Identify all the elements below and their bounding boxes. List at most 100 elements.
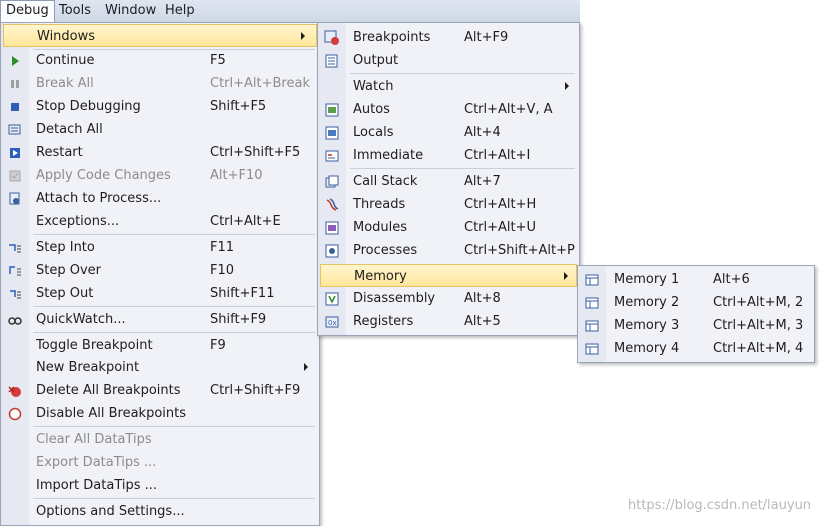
debug-export-datatips-item[interactable]: Export DataTips ... <box>1 451 319 474</box>
memory-1-item[interactable]: Memory 1 Alt+6 <box>578 268 814 291</box>
menu-item-shortcut: Shift+F9 <box>210 312 267 327</box>
menu-item-label: Locals <box>353 125 394 140</box>
memory-3-item[interactable]: Memory 3 Ctrl+Alt+M, 3 <box>578 314 814 337</box>
svg-text:0x: 0x <box>328 319 337 327</box>
menu-item-label: Break All <box>36 76 94 91</box>
menu-item-label: Call Stack <box>353 174 418 189</box>
debug-windows-item[interactable]: Windows <box>3 24 317 47</box>
apply-changes-icon <box>7 168 23 184</box>
menu-item-label: Attach to Process... <box>36 191 162 206</box>
menu-item-shortcut: Alt+7 <box>464 174 501 189</box>
windows-threads-item[interactable]: Threads Ctrl+Alt+H <box>318 193 579 216</box>
menu-item-shortcut: F5 <box>210 53 226 68</box>
debug-toggle-breakpoint-item[interactable]: Toggle Breakpoint F9 <box>1 334 319 357</box>
debug-new-breakpoint-item[interactable]: New Breakpoint <box>1 356 319 379</box>
debug-break-all-item[interactable]: Break All Ctrl+Alt+Break <box>1 72 319 95</box>
menubar-help[interactable]: Help <box>159 0 201 21</box>
menu-separator <box>33 306 315 307</box>
debug-restart-item[interactable]: Restart Ctrl+Shift+F5 <box>1 141 319 164</box>
memory-window-icon <box>584 341 600 357</box>
restart-icon <box>7 145 23 161</box>
windows-breakpoints-item[interactable]: Breakpoints Alt+F9 <box>318 26 579 49</box>
menu-item-label: Toggle Breakpoint <box>36 338 153 353</box>
breakpoints-window-icon <box>324 30 340 46</box>
detach-icon <box>7 122 23 138</box>
debug-clear-datatips-item[interactable]: Clear All DataTips <box>1 428 319 451</box>
debug-exceptions-item[interactable]: Exceptions... Ctrl+Alt+E <box>1 210 319 233</box>
menu-item-label: Memory <box>354 269 407 284</box>
menubar-window[interactable]: Window <box>99 0 162 21</box>
menu-item-label: Exceptions... <box>36 214 120 229</box>
windows-call-stack-item[interactable]: Call Stack Alt+7 <box>318 170 579 193</box>
menu-separator <box>350 168 575 169</box>
debug-disable-all-breakpoints-item[interactable]: Disable All Breakpoints <box>1 402 319 425</box>
menu-item-label: Disassembly <box>353 291 436 306</box>
menu-item-label: Windows <box>37 29 96 44</box>
windows-memory-item[interactable]: Memory <box>320 264 577 287</box>
menu-item-shortcut: Ctrl+Alt+M, 4 <box>713 341 804 356</box>
menu-separator <box>33 332 315 333</box>
menu-item-shortcut: Alt+6 <box>713 272 750 287</box>
menu-item-label: Options and Settings... <box>36 504 185 519</box>
windows-immediate-item[interactable]: Immediate Ctrl+Alt+I <box>318 144 579 167</box>
debug-attach-item[interactable]: Attach to Process... <box>1 187 319 210</box>
windows-registers-item[interactable]: 0x Registers Alt+5 <box>318 310 579 333</box>
memory-2-item[interactable]: Memory 2 Ctrl+Alt+M, 2 <box>578 291 814 314</box>
debug-menu: Windows Continue F5 Break All Ctrl+Alt+B… <box>0 22 320 526</box>
menu-item-label: Disable All Breakpoints <box>36 406 187 421</box>
debug-step-out-item[interactable]: Step Out Shift+F11 <box>1 282 319 305</box>
call-stack-icon <box>324 174 340 190</box>
windows-watch-item[interactable]: Watch <box>318 75 579 98</box>
windows-processes-item[interactable]: Processes Ctrl+Shift+Alt+P <box>318 239 579 262</box>
windows-modules-item[interactable]: Modules Ctrl+Alt+U <box>318 216 579 239</box>
menu-item-label: Immediate <box>353 148 424 163</box>
menu-item-shortcut: Alt+4 <box>464 125 501 140</box>
autos-icon <box>324 102 340 118</box>
menu-item-label: Watch <box>353 79 394 94</box>
menu-separator <box>33 234 315 235</box>
menu-item-shortcut: Ctrl+Alt+V, A <box>464 102 553 117</box>
debug-step-into-item[interactable]: Step Into F11 <box>1 236 319 259</box>
menubar-debug[interactable]: Debug <box>0 0 55 22</box>
menu-item-shortcut: F10 <box>210 263 235 278</box>
debug-quickwatch-item[interactable]: QuickWatch... Shift+F9 <box>1 308 319 331</box>
menu-item-shortcut: Alt+8 <box>464 291 501 306</box>
processes-icon <box>324 243 340 259</box>
menu-item-shortcut: Ctrl+Alt+M, 2 <box>713 295 804 310</box>
windows-locals-item[interactable]: Locals Alt+4 <box>318 121 579 144</box>
menu-item-label: Restart <box>36 145 83 160</box>
watermark-text: https://blog.csdn.net/lauyun <box>628 498 812 513</box>
debug-continue-item[interactable]: Continue F5 <box>1 49 319 72</box>
menu-item-label: Delete All Breakpoints <box>36 383 181 398</box>
debug-stop-item[interactable]: Stop Debugging Shift+F5 <box>1 95 319 118</box>
menu-item-shortcut: Ctrl+Shift+F9 <box>210 383 301 398</box>
menubar-tools[interactable]: Tools <box>53 0 97 21</box>
modules-icon <box>324 220 340 236</box>
menu-bar: Debug Tools Window Help <box>0 0 580 23</box>
menu-item-shortcut: F11 <box>210 240 235 255</box>
menu-item-shortcut: Shift+F5 <box>210 99 267 114</box>
menu-item-label: Threads <box>353 197 406 212</box>
menu-item-shortcut: Shift+F11 <box>210 286 275 301</box>
debug-delete-all-breakpoints-item[interactable]: Delete All Breakpoints Ctrl+Shift+F9 <box>1 379 319 402</box>
debug-options-item[interactable]: Options and Settings... <box>1 500 319 523</box>
output-icon <box>324 53 340 69</box>
step-out-icon <box>7 286 23 302</box>
windows-output-item[interactable]: Output <box>318 49 579 72</box>
immediate-icon <box>324 148 340 164</box>
memory-window-icon <box>584 318 600 334</box>
windows-disassembly-item[interactable]: Disassembly Alt+8 <box>318 287 579 310</box>
menu-item-label: Export DataTips ... <box>36 455 157 470</box>
memory-4-item[interactable]: Memory 4 Ctrl+Alt+M, 4 <box>578 337 814 360</box>
debug-apply-code-changes-item[interactable]: Apply Code Changes Alt+F10 <box>1 164 319 187</box>
debug-step-over-item[interactable]: Step Over F10 <box>1 259 319 282</box>
debug-detach-item[interactable]: Detach All <box>1 118 319 141</box>
debug-import-datatips-item[interactable]: Import DataTips ... <box>1 474 319 497</box>
menu-item-label: Registers <box>353 314 414 329</box>
windows-autos-item[interactable]: Autos Ctrl+Alt+V, A <box>318 98 579 121</box>
menu-item-label: Continue <box>36 53 95 68</box>
threads-icon <box>324 197 340 213</box>
menu-item-label: Detach All <box>36 122 103 137</box>
menu-item-label: Autos <box>353 102 390 117</box>
menu-item-label: Memory 3 <box>614 318 680 333</box>
